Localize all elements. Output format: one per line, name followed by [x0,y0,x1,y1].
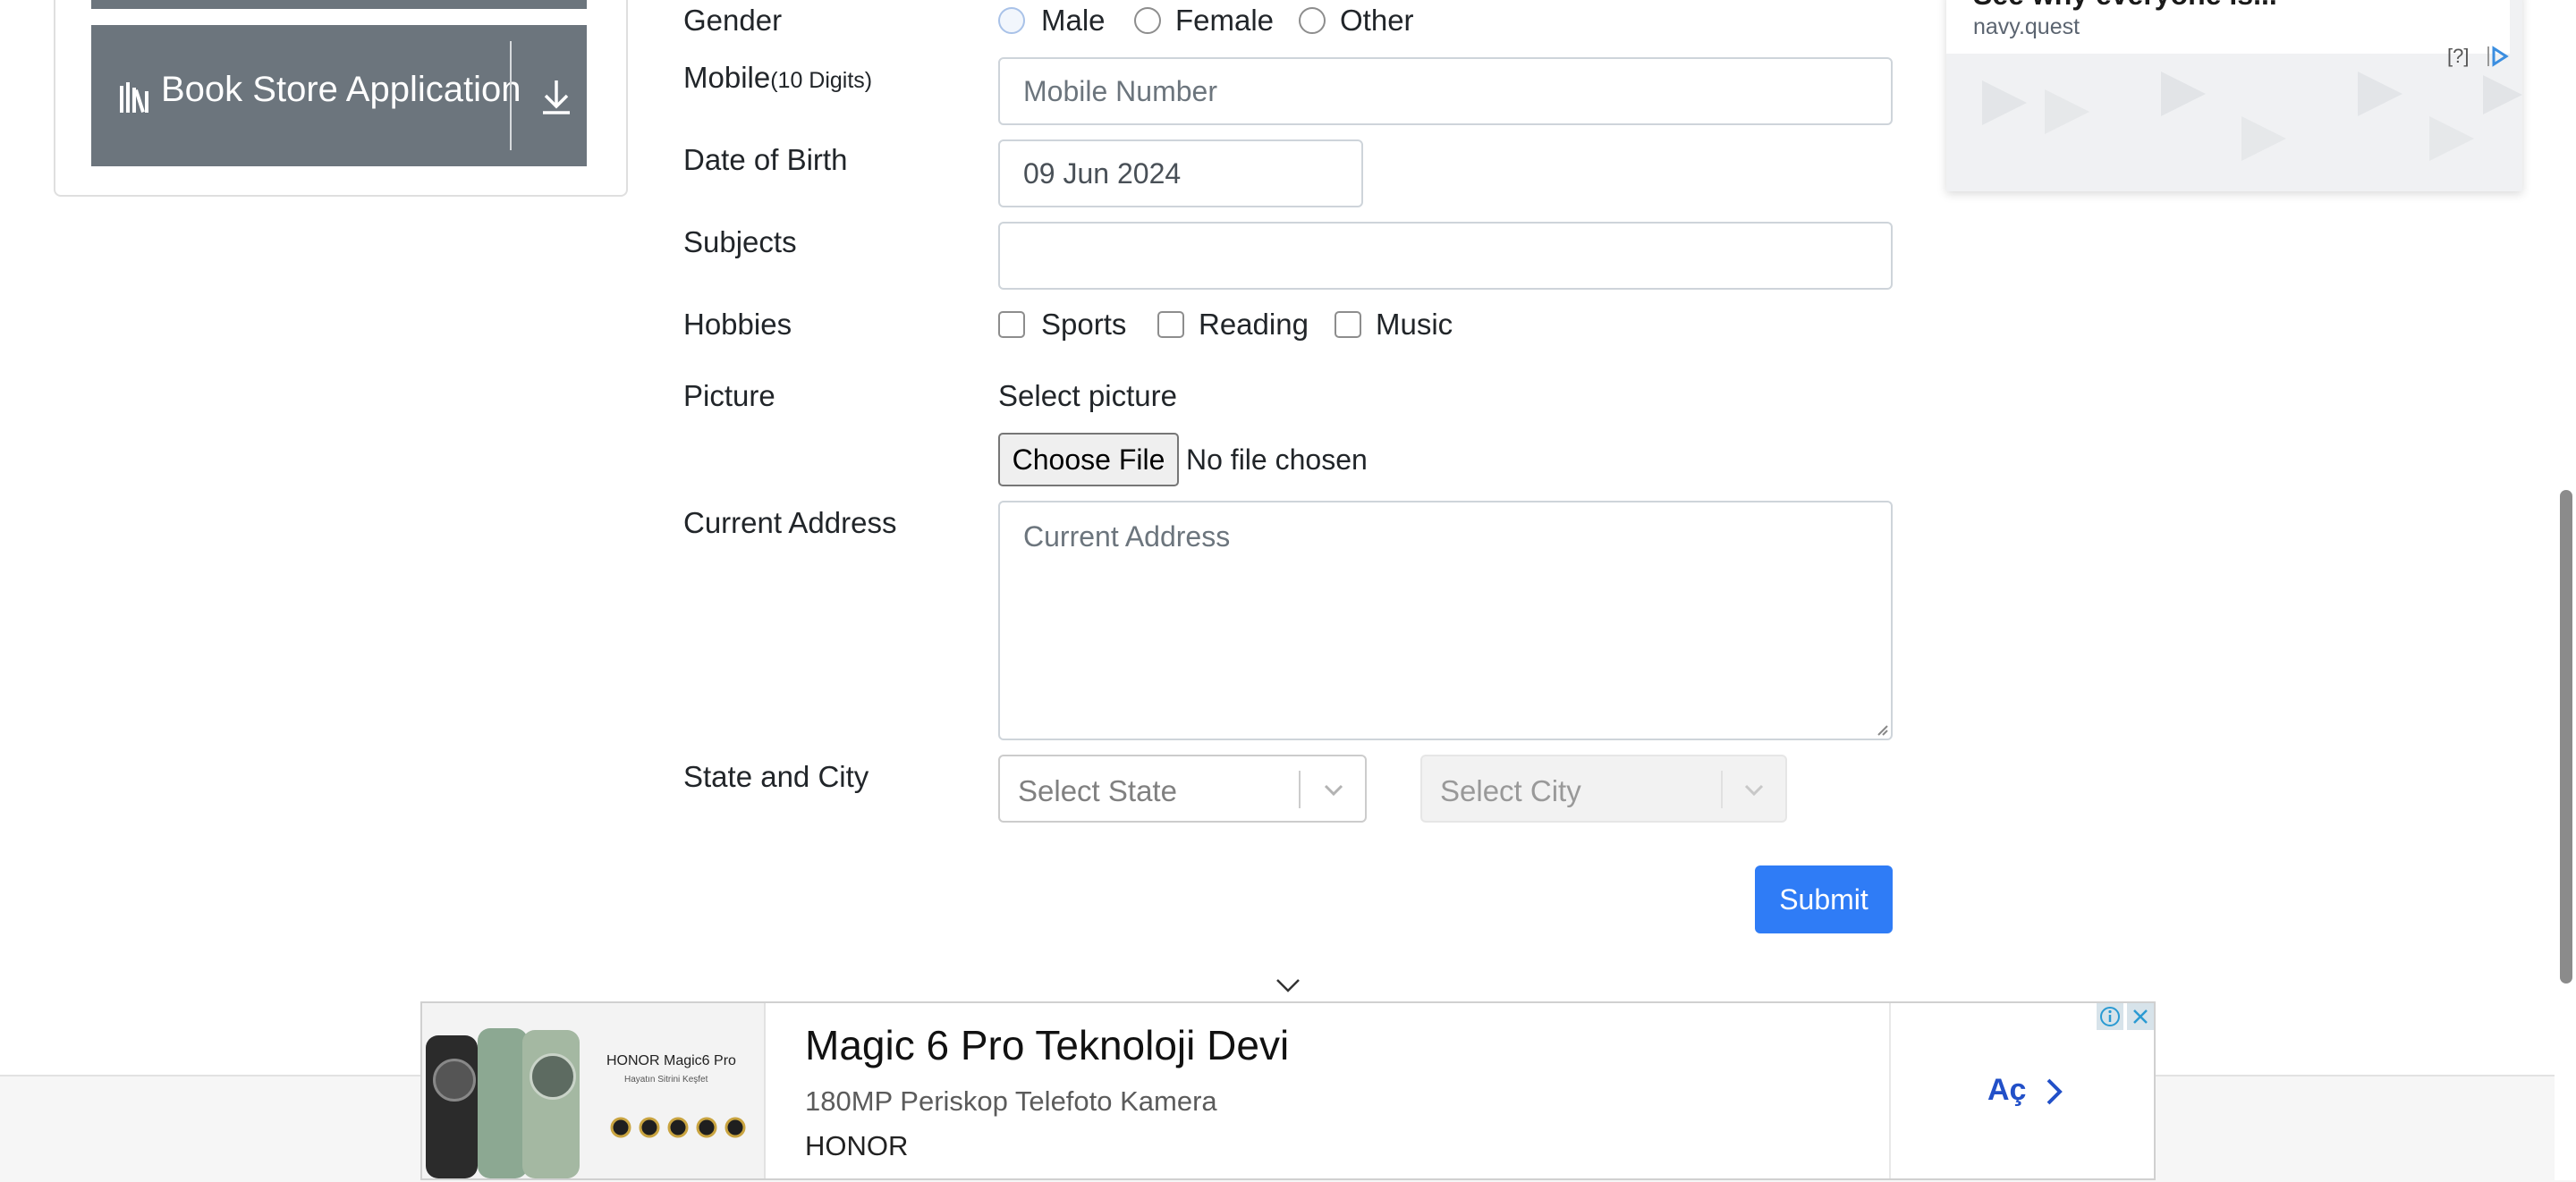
hobby-checkbox-sports[interactable] [998,311,1025,338]
gender-radio-other[interactable] [1299,7,1326,34]
subjects-input[interactable] [998,222,1893,290]
state-select-separator [1299,771,1301,808]
banner-cta-button[interactable]: Aç [1987,1073,2026,1108]
ad-headline[interactable]: See why everyone is... [1973,0,2277,12]
ad-info-icon[interactable] [2097,1003,2123,1030]
mobile-input[interactable]: Mobile Number [998,57,1893,125]
gender-option-male[interactable]: Male [1041,4,1106,38]
banner-subtitle[interactable]: 180MP Periskop Telefoto Kamera [805,1085,1217,1118]
gender-option-female[interactable]: Female [1175,4,1274,38]
ad-pattern-background [1982,72,2522,161]
gender-option-other[interactable]: Other [1340,4,1414,38]
current-address-placeholder: Current Address [1023,520,1231,553]
scrollbar-thumb[interactable] [2560,490,2572,984]
hobby-option-music[interactable]: Music [1376,308,1453,342]
banner-product-image[interactable]: HONOR Magic6 Pro Hayatın Sitrini Keşfet [422,1003,766,1178]
ad-help[interactable]: [?] [2447,45,2469,68]
download-icon[interactable] [535,72,578,122]
city-select[interactable]: Select City [1420,755,1787,823]
chevron-down-icon[interactable] [1741,776,1767,803]
phone-image-green [478,1028,528,1178]
gender-radio-male[interactable] [998,7,1025,34]
state-select[interactable]: Select State [998,755,1367,823]
mobile-label: Mobile(10 Digits) [683,61,872,95]
hobby-checkbox-reading[interactable] [1157,311,1184,338]
right-ad[interactable]: See why everyone is... navy.quest [?] [1946,0,2522,191]
mobile-placeholder: Mobile Number [1023,74,1217,107]
phone-image-black [426,1035,478,1178]
select-picture-label: Select picture [998,379,1177,412]
city-placeholder: Select City [1440,774,1581,807]
sidebar-button-above[interactable] [91,0,587,9]
chevron-down-icon[interactable] [1274,975,1302,996]
dob-value: 09 Jun 2024 [1023,156,1182,190]
banner-ad[interactable]: HONOR Magic6 Pro Hayatın Sitrini Keşfet … [420,1001,2156,1180]
banner-product-tag: HONOR Magic6 Pro [606,1053,736,1068]
dob-label: Date of Birth [683,143,848,176]
gender-radio-female[interactable] [1134,7,1161,34]
close-icon[interactable] [2127,1003,2154,1030]
book-store-label: Book Store Application [161,70,521,109]
chevron-down-icon[interactable] [1320,776,1347,803]
banner-title[interactable]: Magic 6 Pro Teknoloji Devi [805,1021,1289,1069]
state-placeholder: Select State [1018,774,1177,807]
state-city-label: State and City [683,760,869,793]
adchoices-icon[interactable] [2485,45,2510,68]
picture-label: Picture [683,379,775,412]
file-status: No file chosen [1186,443,1368,476]
dob-input[interactable]: 09 Jun 2024 [998,139,1363,207]
hobbies-label: Hobbies [683,308,792,341]
hobby-option-sports[interactable]: Sports [1041,308,1126,342]
current-address-textarea[interactable]: Current Address [998,501,1893,740]
banner-brand[interactable]: HONOR [805,1130,908,1162]
mobile-hint: (10 Digits) [770,68,873,93]
choose-file-button[interactable]: Choose File [998,433,1179,486]
hobby-option-reading[interactable]: Reading [1199,308,1309,342]
hobby-checkbox-music[interactable] [1335,311,1361,338]
current-address-label: Current Address [683,506,897,539]
chevron-right-icon[interactable] [2043,1075,2066,1109]
subjects-label: Subjects [683,225,797,258]
city-select-separator [1721,771,1723,808]
award-badges-icon [610,1117,746,1138]
resize-handle-icon[interactable] [1873,721,1889,737]
button-divider [510,41,512,150]
library-icon [120,82,148,113]
mobile-label-text: Mobile [683,61,771,94]
ad-domain[interactable]: navy.quest [1973,14,2080,40]
book-store-application-button[interactable]: Book Store Application [91,25,587,166]
submit-button[interactable]: Submit [1755,865,1893,933]
banner-product-tagline: Hayatın Sitrini Keşfet [624,1075,708,1085]
gender-label: Gender [683,4,783,37]
phone-image-green-back [522,1030,580,1178]
